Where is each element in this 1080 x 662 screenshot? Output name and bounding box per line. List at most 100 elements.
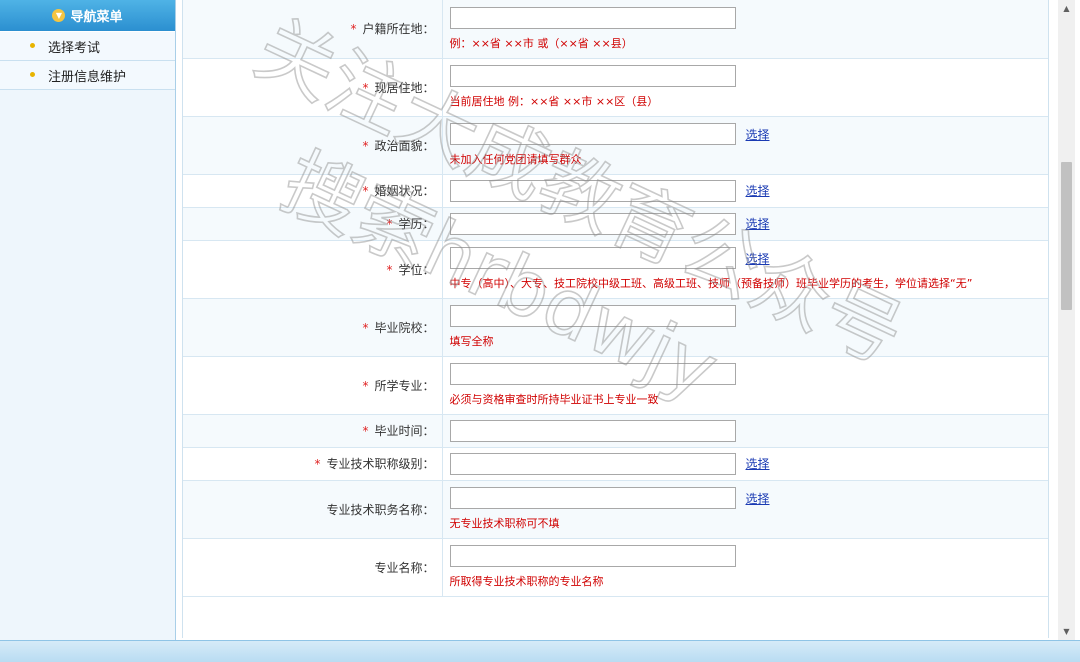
field-label: 政治面貌： — [374, 138, 435, 153]
required-asterisk: * — [362, 184, 369, 198]
text-input[interactable] — [449, 212, 736, 235]
text-input[interactable] — [449, 545, 736, 567]
form-row: * 毕业时间： — [183, 414, 1049, 448]
sidebar-item-label: 选择考试 — [48, 40, 101, 56]
field-label: 专业名称： — [374, 560, 435, 575]
field-input-line — [449, 65, 1049, 87]
field-input-line — [449, 305, 1049, 327]
text-input[interactable] — [449, 247, 736, 269]
bullet-icon — [30, 43, 35, 48]
field-input-cell: 所取得专业技术职称的专业名称 — [442, 538, 1049, 597]
chevron-down-icon: ▼ — [52, 9, 66, 22]
field-label-cell: * 政治面貌： — [183, 116, 443, 175]
field-input-cell: 选择 — [442, 174, 1049, 208]
field-hint: 当前居住地 例：××省 ××市 ××区（县） — [449, 95, 659, 108]
field-label: 毕业院校： — [374, 320, 435, 335]
form-row: * 学位： 选择中专（高中）、大专、技工院校中级工班、高级工班、技师（预备技师）班毕… — [183, 240, 1048, 299]
field-input-cell: 当前居住地 例：××省 ××市 ××区（县） — [442, 58, 1049, 117]
form-row: * 政治面貌： 选择 未加入任何党团请填写群众 — [183, 116, 1049, 175]
field-input-line — [449, 363, 1049, 385]
sidebar-item-select-exam[interactable]: 选择考试 — [0, 32, 175, 61]
form-row: * 学历： 选择 — [183, 207, 1049, 241]
field-label: 现居住地： — [374, 80, 435, 95]
form-row: 专业名称： 所取得专业技术职称的专业名称 — [183, 538, 1049, 597]
text-input[interactable] — [449, 419, 736, 442]
form-row: * 毕业院校： 填写全称 — [183, 298, 1049, 357]
required-asterisk: * — [362, 378, 369, 393]
field-label-cell: 专业技术职务名称： — [183, 480, 443, 539]
select-link[interactable]: 选择 — [746, 457, 770, 471]
bullet-icon — [30, 72, 35, 77]
registration-form-table: * 户籍所在地： 例：××省 ××市 或（××省 ××县） * 现居住地： 当前居住地 例… — [183, 0, 1048, 597]
field-label-cell: * 婚姻状况： — [183, 174, 443, 208]
form-row: * 专业技术职称级别： 选择 — [183, 447, 1049, 481]
field-label-cell: * 学历： — [183, 207, 443, 241]
field-input-line — [449, 6, 1049, 29]
select-link[interactable]: 选择 — [746, 184, 770, 198]
sidebar-item-label: 注册信息维护 — [48, 69, 127, 85]
vertical-scrollbar[interactable]: ▲ ▼ — [1058, 0, 1075, 640]
field-input-cell: 选择未加入任何党团请填写群众 — [442, 116, 1049, 175]
required-asterisk: * — [314, 457, 321, 471]
required-asterisk: * — [386, 217, 393, 231]
form-row: * 所学专业： 必须与资格审查时所持毕业证书上专业一致 — [183, 356, 1049, 415]
select-link[interactable]: 选择 — [746, 252, 770, 266]
bottom-status-bar — [0, 640, 1080, 662]
navigation-sidebar: ▼ 导航菜单 选择考试 注册信息维护 — [0, 0, 176, 640]
select-link[interactable]: 选择 — [746, 492, 770, 506]
text-input[interactable] — [449, 452, 736, 475]
required-asterisk: * — [362, 424, 369, 438]
field-label-cell: * 现居住地： — [183, 58, 443, 117]
field-label: 户籍所在地： — [362, 22, 435, 37]
scroll-up-icon[interactable]: ▲ — [1058, 0, 1075, 17]
field-label-cell: 专业名称： — [183, 538, 443, 597]
select-link[interactable]: 选择 — [746, 128, 770, 142]
field-input-cell: 选择无专业技术职称可不填 — [442, 480, 1049, 539]
field-label: 学位： — [398, 262, 435, 277]
field-label-cell: * 毕业院校： — [183, 298, 443, 357]
field-label: 毕业时间： — [374, 424, 435, 438]
select-link[interactable]: 选择 — [746, 217, 770, 231]
text-input[interactable] — [449, 305, 736, 327]
field-label: 婚姻状况： — [374, 184, 435, 198]
field-hint: 必须与资格审查时所持毕业证书上专业一致 — [449, 393, 659, 406]
field-input-line: 选择 — [449, 452, 1049, 475]
form-row: 专业技术职务名称： 选择无专业技术职称可不填 — [183, 480, 1049, 539]
field-input-line: 选择 — [449, 212, 1049, 235]
field-input-line: 选择 — [449, 487, 1049, 509]
field-input-cell: 选择 — [442, 207, 1049, 241]
field-hint: 中专（高中）、大专、技工院校中级工班、高级工班、技师（预备技师）班毕业学历的考生… — [449, 277, 973, 290]
form-row: * 户籍所在地： 例：××省 ××市 或（××省 ××县） — [183, 0, 1049, 59]
field-label: 专业技术职务名称： — [326, 502, 435, 517]
text-input[interactable] — [449, 6, 736, 29]
field-input-cell: 必须与资格审查时所持毕业证书上专业一致 — [442, 356, 1049, 415]
registration-form-panel: * 户籍所在地： 例：××省 ××市 或（××省 ××县） * 现居住地： 当前居住地 例… — [182, 0, 1049, 638]
form-row: * 婚姻状况： 选择 — [183, 174, 1049, 208]
text-input[interactable] — [449, 179, 736, 202]
text-input[interactable] — [449, 363, 736, 385]
nav-menu-title: 导航菜单 — [70, 10, 123, 25]
sidebar-item-registration-info[interactable]: 注册信息维护 — [0, 61, 175, 90]
field-label-cell: * 毕业时间： — [183, 414, 443, 448]
scroll-thumb[interactable] — [1061, 162, 1072, 310]
scroll-down-icon[interactable]: ▼ — [1058, 623, 1075, 640]
text-input[interactable] — [449, 123, 736, 145]
field-hint: 例：××省 ××市 或（××省 ××县） — [449, 36, 633, 50]
required-asterisk: * — [362, 80, 369, 95]
field-input-line — [449, 419, 1049, 442]
required-asterisk: * — [350, 22, 357, 37]
field-input-line: 选择 — [449, 179, 1049, 202]
required-asterisk: * — [386, 262, 393, 277]
field-input-cell: 例：××省 ××市 或（××省 ××县） — [442, 0, 1049, 59]
field-hint: 无专业技术职称可不填 — [449, 517, 560, 530]
field-label: 所学专业： — [374, 378, 435, 393]
field-label-cell: * 户籍所在地： — [183, 0, 443, 59]
field-input-line — [449, 545, 1049, 567]
field-label-cell: * 学位： — [183, 240, 443, 299]
field-input-line: 选择 — [449, 123, 1049, 145]
text-input[interactable] — [449, 65, 736, 87]
field-hint: 填写全称 — [449, 335, 494, 348]
field-label-cell: * 所学专业： — [183, 356, 443, 415]
field-hint: 未加入任何党团请填写群众 — [449, 153, 582, 166]
text-input[interactable] — [449, 487, 736, 509]
